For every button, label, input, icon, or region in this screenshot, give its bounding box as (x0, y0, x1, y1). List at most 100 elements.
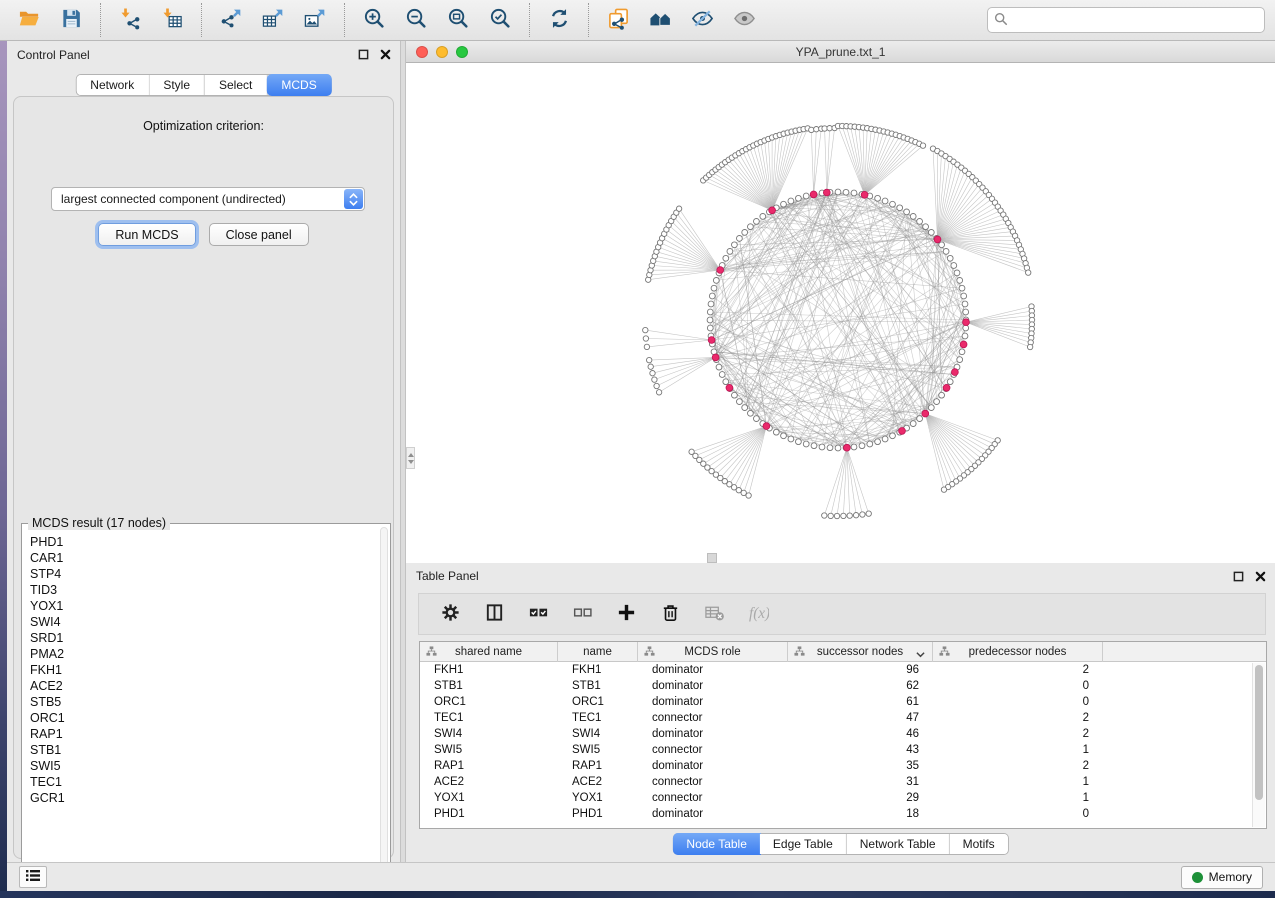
apply-layout-button[interactable] (540, 4, 578, 36)
cell-predecessor-nodes: 0 (933, 808, 1103, 820)
tab-style[interactable]: Style (149, 75, 205, 95)
header-filler (1103, 642, 1266, 662)
close-panel-button[interactable]: Close panel (209, 223, 309, 246)
table-row[interactable]: FKH1FKH1dominator962 (420, 662, 1266, 678)
cell-MCDS-role: connector (638, 776, 788, 788)
optimization-label: Optimization criterion: (14, 119, 393, 133)
tab-select[interactable]: Select (205, 75, 267, 95)
show-columns-button[interactable] (477, 598, 511, 630)
network-canvas[interactable] (406, 63, 1275, 563)
network-titlebar: YPA_prune.txt_1 (406, 41, 1275, 63)
export-table-button[interactable] (254, 4, 292, 36)
chevron-up-down-icon (344, 189, 363, 209)
zoom-window-icon[interactable] (456, 46, 468, 58)
tab-node-table[interactable]: Node Table (672, 833, 761, 855)
mcds-result-item[interactable]: RAP1 (30, 726, 378, 742)
splitter-handle[interactable] (707, 553, 717, 563)
export-image-button[interactable] (296, 4, 334, 36)
table-row[interactable]: SWI4SWI4dominator462 (420, 726, 1266, 742)
mcds-result-list: PHD1CAR1STP4TID3YOX1SWI4SRD1PMA2FKH1ACE2… (23, 534, 378, 892)
table-scrollbar[interactable] (1252, 663, 1265, 827)
mcds-result-item[interactable]: PHD1 (30, 534, 378, 550)
mcds-result-item[interactable]: STB5 (30, 694, 378, 710)
table-row[interactable]: PHD1PHD1dominator180 (420, 806, 1266, 822)
zoom-fit-button[interactable] (439, 4, 477, 36)
export-network-button[interactable] (212, 4, 250, 36)
column-header-shared-name[interactable]: shared name (420, 642, 558, 662)
table-row[interactable]: YOX1YOX1connector291 (420, 790, 1266, 806)
save-session-button[interactable] (52, 4, 90, 36)
table-row[interactable]: ACE2ACE2connector311 (420, 774, 1266, 790)
hide-panels-icon (691, 7, 714, 33)
table-scrollbar-thumb[interactable] (1255, 665, 1263, 800)
table-row[interactable]: SWI5SWI5connector431 (420, 742, 1266, 758)
open-session-button[interactable] (10, 4, 48, 36)
settings-button[interactable] (433, 598, 467, 630)
mcds-result-item[interactable]: STB1 (30, 742, 378, 758)
close-table-panel-icon[interactable] (1253, 569, 1267, 583)
toolbar-separator (588, 3, 589, 37)
hide-panels-button[interactable] (683, 4, 721, 36)
import-table-button[interactable] (153, 4, 191, 36)
search-input[interactable] (1012, 13, 1258, 27)
memory-label: Memory (1209, 870, 1252, 884)
toolbar-search (987, 7, 1265, 33)
mcds-result-item[interactable]: SWI4 (30, 614, 378, 630)
run-mcds-button[interactable]: Run MCDS (98, 223, 195, 246)
zoom-in-button[interactable] (355, 4, 393, 36)
mcds-result-item[interactable]: PMA2 (30, 646, 378, 662)
close-window-icon[interactable] (416, 46, 428, 58)
table-row[interactable]: ORC1ORC1dominator610 (420, 694, 1266, 710)
memory-button[interactable]: Memory (1181, 866, 1263, 889)
node-table: shared namenameMCDS rolesuccessor nodesp… (419, 641, 1267, 829)
float-table-panel-icon[interactable] (1231, 569, 1245, 583)
status-bar: Memory (7, 862, 1275, 891)
add-row-button[interactable] (609, 598, 643, 630)
mcds-result-item[interactable]: STP4 (30, 566, 378, 582)
result-list-scrollbar[interactable] (380, 527, 388, 891)
column-header-name[interactable]: name (558, 642, 638, 662)
zoom-out-icon (405, 7, 428, 33)
select-all-button[interactable] (521, 598, 555, 630)
table-row[interactable]: TEC1TEC1connector472 (420, 710, 1266, 726)
zoom-selected-button[interactable] (481, 4, 519, 36)
cell-successor-nodes: 18 (788, 808, 933, 820)
optimization-select[interactable]: largest connected component (undirected) (51, 187, 365, 211)
mcds-result-item[interactable]: GCR1 (30, 790, 378, 806)
task-history-button[interactable] (19, 866, 47, 888)
close-panel-icon[interactable] (378, 47, 392, 61)
mcds-result-item[interactable]: FKH1 (30, 662, 378, 678)
float-panel-icon[interactable] (356, 47, 370, 61)
tab-network[interactable]: Network (76, 75, 149, 95)
tab-motifs[interactable]: Motifs (950, 834, 1008, 854)
column-header-successor-nodes[interactable]: successor nodes (788, 642, 933, 662)
table-panel: Table Panel f(x) shared namenameMCDS rol… (406, 563, 1275, 862)
tab-network-table[interactable]: Network Table (847, 834, 950, 854)
mcds-result-item[interactable]: SWI5 (30, 758, 378, 774)
tab-mcds[interactable]: MCDS (266, 74, 331, 96)
table-row[interactable]: STB1STB1dominator620 (420, 678, 1266, 694)
canvas-scroll-arrows[interactable] (406, 447, 415, 469)
mcds-result-item[interactable]: YOX1 (30, 598, 378, 614)
delete-row-icon (660, 602, 681, 626)
mcds-result-item[interactable]: TID3 (30, 582, 378, 598)
mcds-result-item[interactable]: CAR1 (30, 550, 378, 566)
import-network-button[interactable] (111, 4, 149, 36)
function-builder-button: f(x) (741, 598, 775, 630)
mcds-result-item[interactable]: TEC1 (30, 774, 378, 790)
mcds-result-item[interactable]: SRD1 (30, 630, 378, 646)
deselect-all-button[interactable] (565, 598, 599, 630)
zoom-out-button[interactable] (397, 4, 435, 36)
mcds-result-item[interactable]: ORC1 (30, 710, 378, 726)
delete-row-button[interactable] (653, 598, 687, 630)
mcds-result-item[interactable]: ACE2 (30, 678, 378, 694)
home-views-button[interactable] (641, 4, 679, 36)
table-row[interactable]: RAP1RAP1dominator352 (420, 758, 1266, 774)
tab-edge-table[interactable]: Edge Table (760, 834, 847, 854)
cell-predecessor-nodes: 2 (933, 712, 1103, 724)
column-header-predecessor-nodes[interactable]: predecessor nodes (933, 642, 1103, 662)
clone-network-button[interactable] (599, 4, 637, 36)
column-header-MCDS-role[interactable]: MCDS role (638, 642, 788, 662)
show-panels-button[interactable] (725, 4, 763, 36)
minimize-window-icon[interactable] (436, 46, 448, 58)
